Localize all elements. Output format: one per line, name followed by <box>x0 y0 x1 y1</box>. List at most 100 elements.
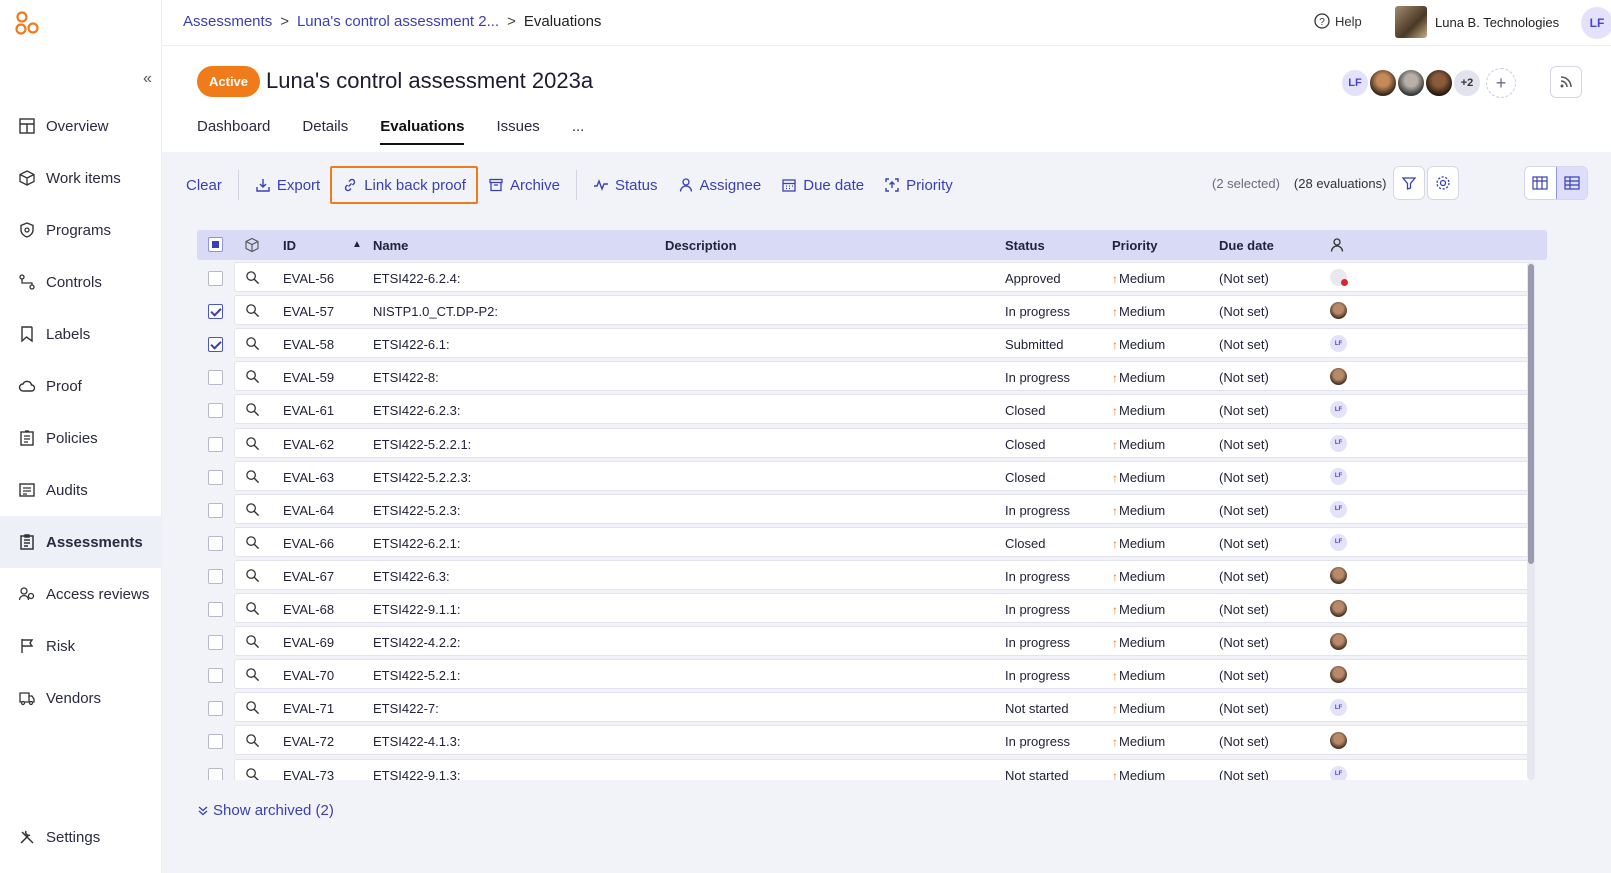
search-icon[interactable] <box>245 402 260 417</box>
sidebar-item-labels[interactable]: Labels <box>0 308 162 360</box>
tab-details[interactable]: Details <box>302 118 348 145</box>
table-row[interactable]: EVAL-72 ETSI422-4.1.3: In progress ↑Medium (… <box>197 725 1547 758</box>
filter-button[interactable] <box>1393 166 1425 200</box>
scrollbar-thumb[interactable] <box>1528 264 1534 564</box>
collapse-sidebar-icon[interactable]: « <box>143 70 152 88</box>
sidebar-item-assessments[interactable]: Assessments <box>0 516 162 568</box>
row-checkbox[interactable] <box>208 734 223 750</box>
help-button[interactable]: ? Help <box>1314 13 1362 29</box>
row-checkbox[interactable] <box>208 304 223 320</box>
search-icon[interactable] <box>245 303 260 318</box>
search-icon[interactable] <box>245 436 260 451</box>
search-icon[interactable] <box>245 568 260 583</box>
sidebar-item-settings[interactable]: Settings <box>0 811 162 863</box>
tab-more[interactable]: ... <box>572 118 585 145</box>
sidebar-item-risk[interactable]: Risk <box>0 620 162 672</box>
table-row[interactable]: EVAL-64 ETSI422-5.2.3: In progress ↑Medium (… <box>197 493 1547 527</box>
member-avatar[interactable]: LF <box>1340 68 1370 98</box>
show-archived-toggle[interactable]: Show archived (2) <box>198 802 334 819</box>
search-icon[interactable] <box>245 535 260 550</box>
sidebar-item-overview[interactable]: Overview <box>0 100 162 152</box>
table-row[interactable]: EVAL-62 ETSI422-5.2.2.1: Closed ↑Medium (Not… <box>197 427 1547 461</box>
table-row[interactable]: EVAL-69 ETSI422-4.2.2: In progress ↑Medium (… <box>197 626 1547 659</box>
row-checkbox[interactable] <box>208 668 223 684</box>
column-name[interactable]: Name <box>373 238 408 253</box>
priority-button[interactable]: Priority <box>874 166 963 204</box>
assignee-button[interactable]: Assignee <box>668 166 772 204</box>
table-row[interactable]: EVAL-68 ETSI422-9.1.1: In progress ↑Medium (… <box>197 593 1547 626</box>
table-scrollbar[interactable] <box>1527 262 1535 780</box>
archive-button[interactable]: Archive <box>478 166 570 204</box>
row-checkbox[interactable] <box>208 502 223 518</box>
row-checkbox[interactable] <box>208 403 223 419</box>
user-avatar[interactable]: LF <box>1581 7 1611 39</box>
column-priority[interactable]: Priority <box>1112 238 1158 253</box>
sidebar-item-audits[interactable]: Audits <box>0 464 162 516</box>
row-checkbox[interactable] <box>208 767 223 780</box>
table-row[interactable]: EVAL-67 ETSI422-6.3: In progress ↑Medium (No… <box>197 559 1547 593</box>
assignee-avatar[interactable]: LF <box>1330 765 1347 780</box>
export-button[interactable]: Export <box>245 166 330 204</box>
status-button[interactable]: Status <box>583 166 668 204</box>
assignee-avatar[interactable] <box>1330 269 1348 286</box>
app-logo-icon[interactable] <box>14 10 40 36</box>
row-checkbox[interactable] <box>208 701 223 717</box>
add-member-button[interactable]: + <box>1486 68 1516 98</box>
sort-ascending-icon[interactable]: ▲ <box>352 239 362 250</box>
search-icon[interactable] <box>245 502 260 517</box>
row-checkbox[interactable] <box>208 337 223 353</box>
assignee-column-icon[interactable] <box>1329 237 1345 253</box>
sidebar-item-proof[interactable]: Proof <box>0 360 162 412</box>
column-status[interactable]: Status <box>1005 238 1045 253</box>
member-avatar[interactable] <box>1396 68 1426 98</box>
table-row[interactable]: EVAL-57 NISTP1.0_CT.DP-P2: In progress ↑Med… <box>197 295 1547 328</box>
row-checkbox[interactable] <box>208 535 223 551</box>
table-row[interactable]: EVAL-66 ETSI422-6.2.1: Closed ↑Medium (Not s… <box>197 526 1547 560</box>
tab-dashboard[interactable]: Dashboard <box>197 118 270 145</box>
assignee-avatar[interactable]: LF <box>1330 434 1347 452</box>
search-icon[interactable] <box>245 634 260 649</box>
sidebar-item-vendors[interactable]: Vendors <box>0 672 162 724</box>
search-icon[interactable] <box>245 270 260 285</box>
sidebar-item-controls[interactable]: Controls <box>0 256 162 308</box>
row-checkbox[interactable] <box>208 635 223 651</box>
table-view-button[interactable] <box>1555 167 1587 199</box>
assignee-avatar[interactable] <box>1330 633 1347 651</box>
row-checkbox[interactable] <box>208 469 223 485</box>
column-description[interactable]: Description <box>665 238 737 253</box>
link-back-proof-button[interactable]: Link back proof <box>330 166 478 204</box>
assignee-avatar[interactable] <box>1330 302 1347 320</box>
table-row[interactable]: EVAL-71 ETSI422-7: Not started ↑Medium (Not … <box>197 692 1547 725</box>
table-row[interactable]: EVAL-61 ETSI422-6.2.3: Closed ↑Medium (Not s… <box>197 394 1547 427</box>
board-view-button[interactable] <box>1525 167 1556 199</box>
row-checkbox[interactable] <box>208 602 223 617</box>
search-icon[interactable] <box>245 700 260 715</box>
settings-button[interactable] <box>1427 166 1459 200</box>
search-icon[interactable] <box>245 601 260 616</box>
more-members-badge[interactable]: +2 <box>1452 68 1482 98</box>
column-due-date[interactable]: Due date <box>1219 238 1274 253</box>
sidebar-item-policies[interactable]: Policies <box>0 412 162 464</box>
assignee-avatar[interactable]: LF <box>1330 467 1347 485</box>
assignee-avatar[interactable] <box>1330 600 1347 617</box>
table-row[interactable]: EVAL-70 ETSI422-5.2.1: In progress ↑Medium (… <box>197 659 1547 692</box>
sidebar-item-access-reviews[interactable]: Access reviews <box>0 568 162 620</box>
table-row[interactable]: EVAL-73 ETSI422-9.1.3: Not started ↑Medium (… <box>197 758 1547 781</box>
org-switcher[interactable]: Luna B. Technologies <box>1395 6 1559 38</box>
select-all-checkbox[interactable] <box>208 237 223 252</box>
clear-button[interactable]: Clear <box>176 166 232 204</box>
tab-evaluations[interactable]: Evaluations <box>380 118 465 145</box>
table-row[interactable]: EVAL-59 ETSI422-8: In progress ↑Medium (Not … <box>197 361 1547 394</box>
table-row[interactable]: EVAL-63 ETSI422-5.2.2.3: Closed ↑Medium (Not… <box>197 460 1547 494</box>
row-checkbox[interactable] <box>208 436 223 452</box>
breadcrumb-assessments[interactable]: Assessments <box>183 13 272 30</box>
member-avatar[interactable] <box>1424 68 1454 98</box>
table-row[interactable]: EVAL-56 ETSI422-6.2.4: Approved ↑Medium (Not… <box>197 262 1547 295</box>
search-icon[interactable] <box>245 767 260 781</box>
tab-issues[interactable]: Issues <box>496 118 539 145</box>
breadcrumb-assessment[interactable]: Luna's control assessment 2... <box>297 13 499 30</box>
assignee-avatar[interactable] <box>1330 566 1347 584</box>
column-id[interactable]: ID <box>283 238 296 253</box>
assignee-avatar[interactable]: LF <box>1330 533 1347 551</box>
row-checkbox[interactable] <box>208 568 223 584</box>
